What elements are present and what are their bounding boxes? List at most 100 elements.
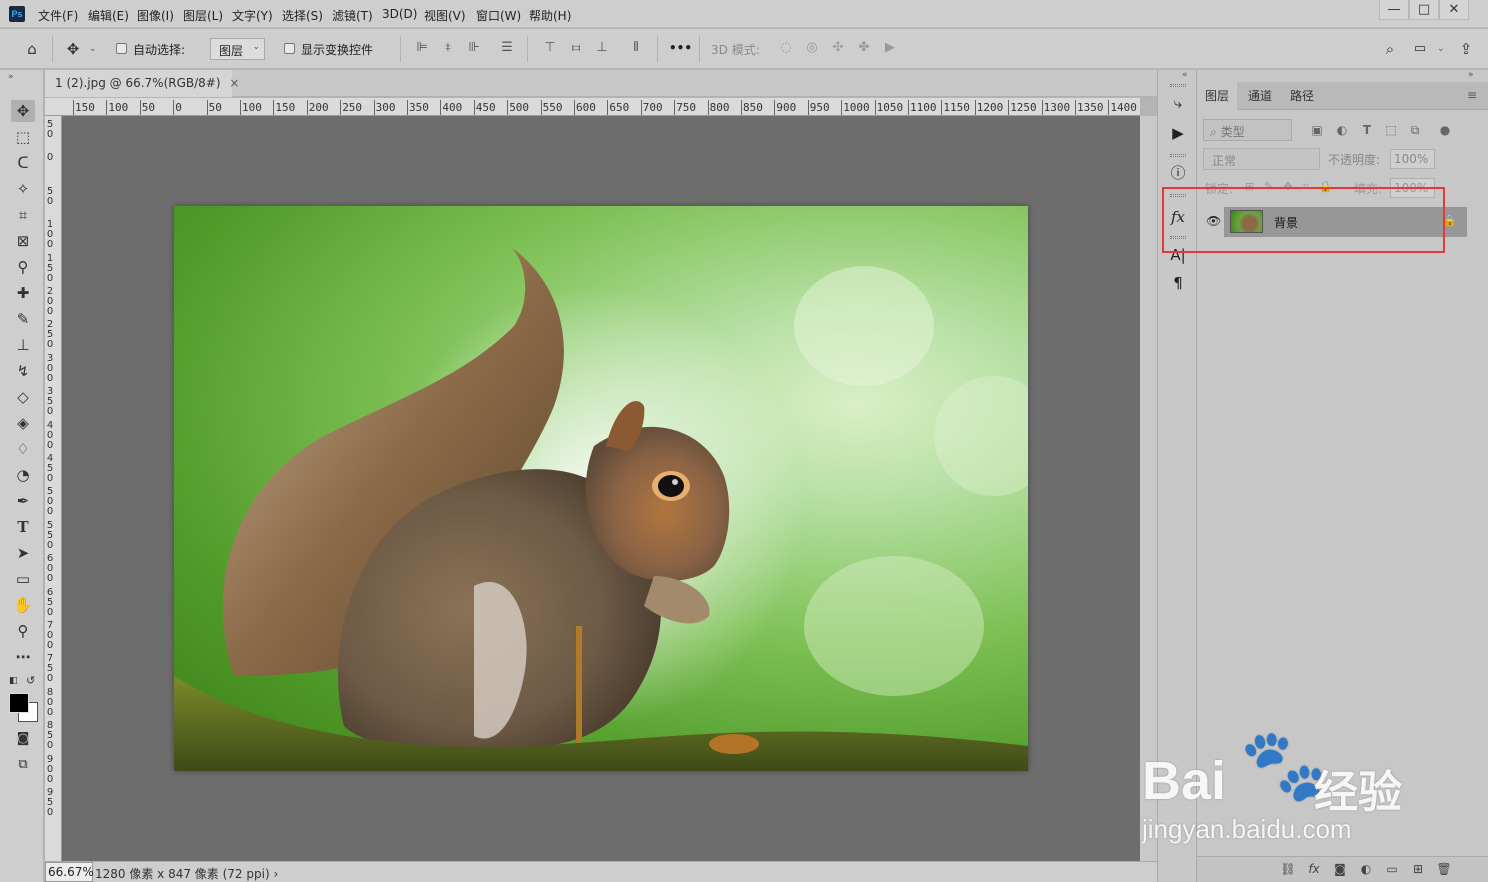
panel-menu-icon[interactable]: ≡ [1467,88,1477,102]
marquee-tool-icon[interactable]: ⬚ [11,126,35,148]
new-group-icon[interactable]: ▭ [1383,862,1401,878]
blur-tool-icon[interactable]: ♢ [11,438,35,460]
zoom-field[interactable]: 66.67% [45,862,94,882]
align-left-icon[interactable]: ⊫ [415,41,429,55]
filter-shape-icon[interactable]: ⬚ [1383,122,1399,138]
delete-layer-icon[interactable]: 🗑 [1435,862,1453,878]
link-layers-icon[interactable]: ⛓ [1279,862,1297,878]
eyedropper-tool-icon[interactable]: ⚲ [11,256,35,278]
collapse-icon[interactable]: » [8,72,14,82]
3d-slide-icon[interactable]: ✤ [857,41,871,55]
pen-tool-icon[interactable]: ✒ [11,490,35,512]
3d-camera-icon[interactable]: ▶ [883,41,897,55]
chevron-down-icon[interactable]: ⌄ [89,44,97,54]
collapse-icon[interactable]: « [1182,70,1188,80]
brush-tool-icon[interactable]: ✎ [11,308,35,330]
info-panel-icon[interactable]: ⓘ [1166,162,1190,184]
move-tool-icon[interactable]: ✥ [62,38,84,60]
drag-handle[interactable] [1170,154,1186,157]
menu-select[interactable]: 选择(S) [282,7,323,24]
auto-select-target-dropdown[interactable]: 图层 ⌄ [210,38,265,60]
move-tool-icon[interactable]: ✥ [11,100,35,122]
menu-file[interactable]: 文件(F) [38,7,78,24]
filter-adjustment-icon[interactable]: ◐ [1334,122,1350,138]
magic-wand-tool-icon[interactable]: ✧ [11,178,35,200]
3d-pan-icon[interactable]: ✣ [831,41,845,55]
home-icon[interactable]: ⌂ [21,38,43,60]
eraser-tool-icon[interactable]: ◇ [11,386,35,408]
show-transform-checkbox[interactable] [284,43,295,54]
canvas-area[interactable] [62,116,1140,861]
distribute-horizontal-icon[interactable]: ☰ [500,41,514,55]
adjustment-layer-icon[interactable]: ◐ [1357,862,1375,878]
filter-smart-object-icon[interactable]: ⧉ [1407,122,1423,138]
menu-filter[interactable]: 滤镜(T) [332,7,373,24]
lasso-tool-icon[interactable]: ᑕ [11,152,35,174]
actions-play-icon[interactable]: ▶ [1166,122,1190,144]
default-colors-icon[interactable]: ◧ [9,676,18,686]
new-layer-icon[interactable]: ⊞ [1409,862,1427,878]
edit-toolbar-icon[interactable]: ⋯ [11,646,35,668]
add-mask-icon[interactable]: ◙ [1331,862,1349,878]
filter-type-icon[interactable]: T [1359,122,1375,138]
document-image[interactable] [174,206,1028,771]
document-tab[interactable]: 1 (2).jpg @ 66.7%(RGB/8#) × [45,70,239,97]
close-tab-icon[interactable]: × [229,76,239,90]
dodge-tool-icon[interactable]: ◔ [11,464,35,486]
3d-orbit-icon[interactable]: ◌ [779,41,793,55]
menu-3d[interactable]: 3D(D) [382,7,417,21]
align-bottom-icon[interactable]: ⊥ [595,41,609,55]
share-icon[interactable]: ⇪ [1455,38,1477,60]
menu-layer[interactable]: 图层(L) [183,7,223,24]
crop-tool-icon[interactable]: ⌗ [11,204,35,226]
align-hcenter-icon[interactable]: ⧧ [441,41,455,55]
zoom-tool-icon[interactable]: ⚲ [11,620,35,642]
healing-brush-tool-icon[interactable]: ✚ [11,282,35,304]
distribute-vertical-icon[interactable]: ⦀ [629,41,643,55]
menu-help[interactable]: 帮助(H) [529,7,571,24]
auto-select-checkbox[interactable] [116,43,127,54]
swap-colors-icon[interactable]: ↺ [26,674,35,687]
menu-image[interactable]: 图像(I) [137,7,174,24]
blend-mode-dropdown[interactable]: 正常 [1203,148,1320,170]
history-brush-tool-icon[interactable]: ↯ [11,360,35,382]
filter-pixel-icon[interactable]: ▣ [1309,122,1325,138]
align-top-icon[interactable]: ⊤ [543,41,557,55]
tab-channels[interactable]: 通道 [1240,82,1280,110]
tab-paths[interactable]: 路径 [1282,82,1322,110]
paint-bucket-tool-icon[interactable]: ◈ [11,412,35,434]
opacity-field[interactable]: 100% [1390,149,1435,169]
paragraph-panel-icon[interactable]: ¶ [1166,272,1190,294]
path-selection-tool-icon[interactable]: ➤ [11,542,35,564]
tab-layers[interactable]: 图层 [1197,82,1238,110]
minimize-button[interactable]: — [1379,0,1409,20]
menu-window[interactable]: 窗口(W) [476,7,521,24]
chevron-down-icon[interactable]: ⌄ [1437,44,1445,54]
expand-icon[interactable]: » [1468,70,1474,80]
hand-tool-icon[interactable]: ✋ [11,594,35,616]
align-vcenter-icon[interactable]: ⧦ [569,41,583,55]
rectangle-tool-icon[interactable]: ▭ [11,568,35,590]
clone-stamp-tool-icon[interactable]: ⊥ [11,334,35,356]
restore-button[interactable]: □ [1409,0,1439,20]
menu-type[interactable]: 文字(Y) [232,7,273,24]
frame-tool-icon[interactable]: ⊠ [11,230,35,252]
search-icon[interactable]: ⌕ [1379,38,1401,60]
document-info[interactable]: 1280 像素 x 847 像素 (72 ppi) › [95,865,278,882]
screen-mode-icon[interactable]: ⧉ [11,754,35,776]
history-panel-icon[interactable]: ⤷ [1166,92,1190,114]
drag-handle[interactable] [1170,84,1186,87]
filter-kind-dropdown[interactable]: ⌕ 类型 [1203,119,1292,141]
close-button[interactable]: ✕ [1439,0,1469,20]
3d-roll-icon[interactable]: ◎ [805,41,819,55]
quick-mask-icon[interactable]: ◙ [11,728,35,750]
menu-view[interactable]: 视图(V) [424,7,466,24]
workspace-icon[interactable]: ▭ [1409,38,1431,60]
filter-toggle-icon[interactable]: ● [1437,122,1453,138]
type-tool-icon[interactable]: T [11,516,35,538]
menu-edit[interactable]: 编辑(E) [88,7,129,24]
fx-icon[interactable]: fx [1305,862,1323,878]
align-right-icon[interactable]: ⊪ [467,41,481,55]
foreground-color-swatch[interactable] [9,693,29,713]
more-options-icon[interactable]: ••• [669,41,692,55]
